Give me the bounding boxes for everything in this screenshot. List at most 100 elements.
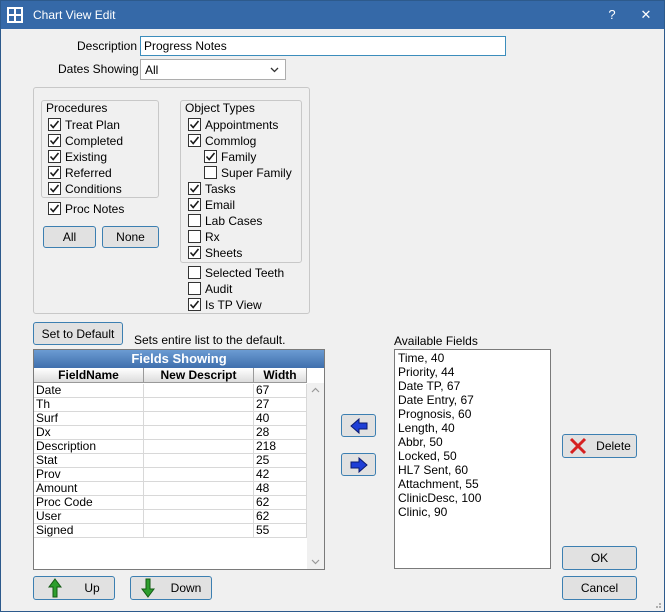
grid-header-row: FieldName New Descript Width bbox=[34, 368, 307, 383]
procedure-checkbox-label: Existing bbox=[65, 149, 108, 164]
table-cell: 48 bbox=[254, 482, 307, 496]
all-button[interactable]: All bbox=[43, 226, 96, 248]
list-item[interactable]: Priority, 44 bbox=[398, 365, 454, 379]
set-default-hint: Sets entire list to the default. bbox=[134, 333, 286, 347]
object-type-checkbox[interactable]: Appointments bbox=[188, 117, 278, 132]
table-row[interactable]: Date 67 bbox=[34, 384, 307, 398]
down-button[interactable]: Down bbox=[130, 576, 212, 600]
view-option-checkbox[interactable]: Audit bbox=[188, 281, 232, 296]
checkbox-checked-icon[interactable] bbox=[48, 134, 61, 147]
move-left-button[interactable] bbox=[341, 414, 376, 437]
table-row[interactable]: Signed 55 bbox=[34, 524, 307, 538]
dates-showing-value: All bbox=[145, 63, 159, 77]
grid-scrollbar[interactable] bbox=[307, 383, 324, 569]
checkbox-checked-icon[interactable] bbox=[48, 150, 61, 163]
description-label: Description bbox=[77, 39, 138, 53]
set-to-default-button[interactable]: Set to Default bbox=[33, 322, 123, 345]
close-button[interactable]: ✕ bbox=[635, 5, 657, 25]
object-type-checkbox[interactable]: Sheets bbox=[188, 245, 242, 260]
column-header-width[interactable]: Width bbox=[254, 368, 307, 383]
table-row[interactable]: Proc Code 62 bbox=[34, 496, 307, 510]
checkbox-empty-icon[interactable] bbox=[204, 166, 217, 179]
fields-showing-grid: Fields Showing FieldName New Descript Wi… bbox=[33, 349, 325, 570]
table-row[interactable]: Description 218 bbox=[34, 440, 307, 454]
checkbox-checked-icon[interactable] bbox=[188, 198, 201, 211]
table-row[interactable]: Stat 25 bbox=[34, 454, 307, 468]
delete-button[interactable]: Delete bbox=[562, 434, 637, 458]
object-type-checkbox[interactable]: Email bbox=[188, 197, 235, 212]
checkbox-checked-icon[interactable] bbox=[48, 118, 61, 131]
checkbox-checked-icon[interactable] bbox=[48, 182, 61, 195]
table-row[interactable]: Prov 42 bbox=[34, 468, 307, 482]
list-item[interactable]: ClinicDesc, 100 bbox=[398, 491, 481, 505]
view-option-checkbox[interactable]: Selected Teeth bbox=[188, 265, 284, 280]
table-cell bbox=[144, 524, 254, 538]
description-input[interactable]: Progress Notes bbox=[140, 36, 506, 56]
table-cell: 40 bbox=[254, 412, 307, 426]
dates-showing-select[interactable]: All bbox=[140, 59, 286, 80]
table-row[interactable]: Dx 28 bbox=[34, 426, 307, 440]
up-button[interactable]: Up bbox=[33, 576, 115, 600]
table-row[interactable]: User 62 bbox=[34, 510, 307, 524]
procedure-checkbox[interactable]: Treat Plan bbox=[48, 117, 120, 132]
checkbox-checked-icon[interactable] bbox=[188, 298, 201, 311]
checkbox-checked-icon[interactable] bbox=[48, 202, 61, 215]
list-item[interactable]: Date Entry, 67 bbox=[398, 393, 474, 407]
delete-label: Delete bbox=[596, 439, 631, 453]
list-item[interactable]: Length, 40 bbox=[398, 421, 455, 435]
column-header-new-descript[interactable]: New Descript bbox=[144, 368, 254, 383]
list-item[interactable]: Attachment, 55 bbox=[398, 477, 479, 491]
help-button[interactable]: ? bbox=[601, 5, 623, 25]
object-type-checkbox[interactable]: Commlog bbox=[188, 133, 256, 148]
procedure-checkbox[interactable]: Completed bbox=[48, 133, 123, 148]
scroll-up-icon[interactable] bbox=[311, 387, 320, 393]
checkbox-empty-icon[interactable] bbox=[188, 230, 201, 243]
object-type-checkbox[interactable]: Super Family bbox=[204, 165, 292, 180]
none-button[interactable]: None bbox=[102, 226, 159, 248]
table-cell: Surf bbox=[34, 412, 144, 426]
table-row[interactable]: Th 27 bbox=[34, 398, 307, 412]
checkbox-empty-icon[interactable] bbox=[188, 282, 201, 295]
object-type-checkbox[interactable]: Tasks bbox=[188, 181, 236, 196]
table-row[interactable]: Surf 40 bbox=[34, 412, 307, 426]
proc-notes-checkbox[interactable]: Proc Notes bbox=[48, 201, 124, 216]
table-cell: User bbox=[34, 510, 144, 524]
available-fields-list[interactable]: Time, 40 Priority, 44 Date TP, 67 Date Entr… bbox=[394, 349, 551, 569]
checkbox-checked-icon[interactable] bbox=[188, 118, 201, 131]
checkbox-empty-icon[interactable] bbox=[188, 214, 201, 227]
procedure-checkbox-label: Referred bbox=[65, 165, 112, 180]
object-type-checkbox-label: Lab Cases bbox=[205, 213, 263, 228]
object-type-checkbox-label: Rx bbox=[205, 229, 220, 244]
procedure-checkbox[interactable]: Conditions bbox=[48, 181, 122, 196]
checkbox-checked-icon[interactable] bbox=[204, 150, 217, 163]
list-item[interactable]: Abbr, 50 bbox=[398, 435, 443, 449]
view-option-checkbox[interactable]: Is TP View bbox=[188, 297, 262, 312]
checkbox-checked-icon[interactable] bbox=[188, 182, 201, 195]
procedure-checkbox[interactable]: Referred bbox=[48, 165, 112, 180]
table-row[interactable]: Amount 48 bbox=[34, 482, 307, 496]
list-item[interactable]: Date TP, 67 bbox=[398, 379, 460, 393]
table-cell: Amount bbox=[34, 482, 144, 496]
checkbox-empty-icon[interactable] bbox=[188, 266, 201, 279]
checkbox-checked-icon[interactable] bbox=[48, 166, 61, 179]
scroll-down-icon[interactable] bbox=[311, 559, 320, 565]
column-header-fieldname[interactable]: FieldName bbox=[34, 368, 144, 383]
list-item[interactable]: Clinic, 90 bbox=[398, 505, 447, 519]
checkbox-checked-icon[interactable] bbox=[188, 246, 201, 259]
object-type-checkbox[interactable]: Lab Cases bbox=[188, 213, 262, 228]
cancel-button[interactable]: Cancel bbox=[562, 576, 637, 600]
resize-grip-icon[interactable] bbox=[652, 599, 662, 609]
ok-button[interactable]: OK bbox=[562, 546, 637, 570]
list-item[interactable]: HL7 Sent, 60 bbox=[398, 463, 468, 477]
object-type-checkbox[interactable]: Rx bbox=[188, 229, 220, 244]
list-item[interactable]: Time, 40 bbox=[398, 351, 444, 365]
procedure-checkbox-label: Conditions bbox=[65, 181, 122, 196]
procedure-checkbox[interactable]: Existing bbox=[48, 149, 107, 164]
checkbox-checked-icon[interactable] bbox=[188, 134, 201, 147]
move-right-button[interactable] bbox=[341, 453, 376, 476]
list-item[interactable]: Prognosis, 60 bbox=[398, 407, 471, 421]
object-type-checkbox-label: Sheets bbox=[205, 245, 243, 260]
list-item[interactable]: Locked, 50 bbox=[398, 449, 457, 463]
table-cell: Signed bbox=[34, 524, 144, 538]
object-type-checkbox[interactable]: Family bbox=[204, 149, 256, 164]
